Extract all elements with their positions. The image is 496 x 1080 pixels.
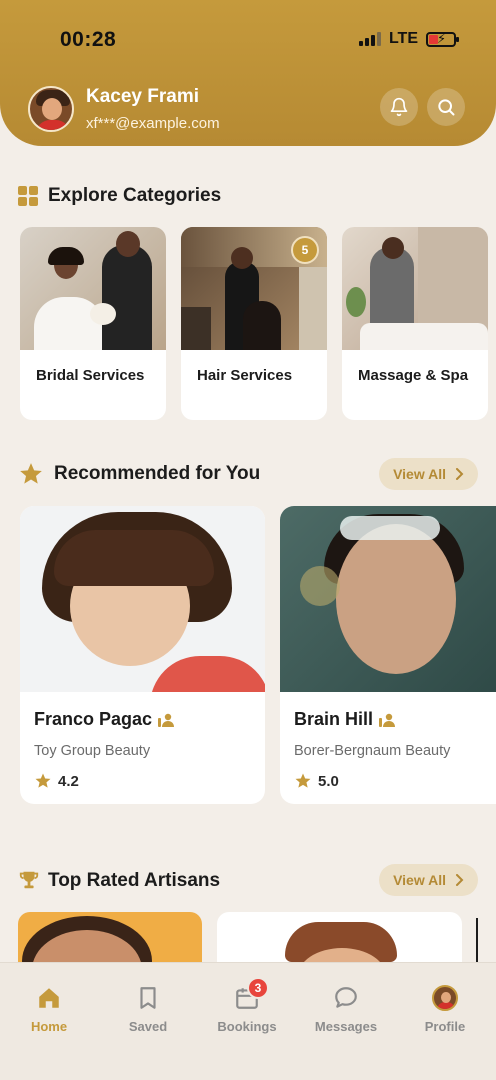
star-icon	[35, 773, 51, 788]
top-rated-view-all-button[interactable]: View All	[379, 864, 478, 896]
search-icon	[438, 99, 455, 116]
category-image	[20, 227, 166, 350]
scroll-edge	[476, 918, 478, 962]
artisan-name: Brain Hill	[294, 709, 396, 730]
bookings-count-badge: 3	[247, 977, 269, 999]
user-name: Kacey Frami	[86, 86, 200, 107]
nav-label: Profile	[424, 1019, 466, 1034]
person-badge-icon	[158, 713, 175, 727]
battery-icon: ⚡	[426, 31, 459, 47]
artisan-rating: 5.0	[294, 772, 339, 790]
home-icon	[39, 988, 59, 1008]
star-icon	[20, 463, 42, 484]
search-button[interactable]	[427, 88, 465, 126]
bottom-nav: Home Saved 3 Bookings Messages Profile	[0, 962, 496, 1080]
star-icon	[295, 773, 311, 788]
avatar	[432, 985, 458, 1011]
artisan-photo	[20, 506, 265, 692]
artisan-salon: Borer-Bergnaum Beauty	[294, 743, 451, 759]
category-card-hair[interactable]: 5 Hair Services	[181, 227, 327, 420]
nav-label: Bookings	[217, 1019, 277, 1034]
categories-title: Explore Categories	[48, 185, 222, 206]
grid-icon	[18, 186, 38, 206]
top-rated-title: Top Rated Artisans	[48, 870, 221, 891]
view-all-label: View All	[393, 872, 446, 888]
artisan-name: Franco Pagac	[34, 709, 175, 730]
signal-icon	[358, 32, 381, 46]
recommended-title: Recommended for You	[54, 463, 261, 484]
nav-label: Home	[30, 1019, 68, 1034]
category-count-badge: 5	[291, 236, 319, 264]
recommended-card[interactable]: Franco Pagac Toy Group Beauty 4.2	[20, 506, 265, 804]
category-label: Massage & Spa	[358, 367, 469, 384]
artisan-photo	[280, 506, 496, 692]
nav-bookings[interactable]: 3 Bookings	[207, 977, 287, 1034]
app-header: 00:28 LTE ⚡ Kacey Frami xf***@example.co…	[0, 0, 496, 146]
nav-label: Saved	[128, 1019, 168, 1034]
recommended-card[interactable]: Brain Hill Borer-Bergnaum Beauty 5.0	[280, 506, 496, 804]
nav-home[interactable]: Home	[9, 985, 89, 1034]
chevron-right-icon	[456, 468, 464, 480]
notifications-button[interactable]	[380, 88, 418, 126]
network-label: LTE	[388, 30, 418, 47]
trophy-icon	[19, 871, 39, 889]
nav-messages[interactable]: Messages	[306, 985, 386, 1034]
category-image	[342, 227, 488, 350]
category-label: Hair Services	[197, 367, 293, 384]
category-label: Bridal Services	[36, 367, 145, 384]
artisan-rating: 4.2	[34, 772, 79, 790]
category-card-bridal[interactable]: Bridal Services	[20, 227, 166, 420]
artisan-salon: Toy Group Beauty	[34, 743, 151, 759]
status-indicators: LTE ⚡	[358, 30, 459, 48]
nav-label: Messages	[314, 1019, 378, 1034]
user-email: xf***@example.com	[86, 115, 220, 132]
bell-icon	[390, 97, 408, 117]
status-time: 00:28	[60, 28, 117, 51]
bookmark-icon	[140, 987, 156, 1009]
recommended-view-all-button[interactable]: View All	[379, 458, 478, 490]
category-card-massage[interactable]: Massage & Spa	[342, 227, 488, 420]
chat-icon	[335, 987, 357, 1008]
nav-saved[interactable]: Saved	[108, 985, 188, 1034]
avatar[interactable]	[28, 86, 74, 132]
nav-profile[interactable]: Profile	[405, 985, 485, 1034]
view-all-label: View All	[393, 466, 446, 482]
person-badge-icon	[379, 713, 396, 727]
chevron-right-icon	[456, 874, 464, 886]
